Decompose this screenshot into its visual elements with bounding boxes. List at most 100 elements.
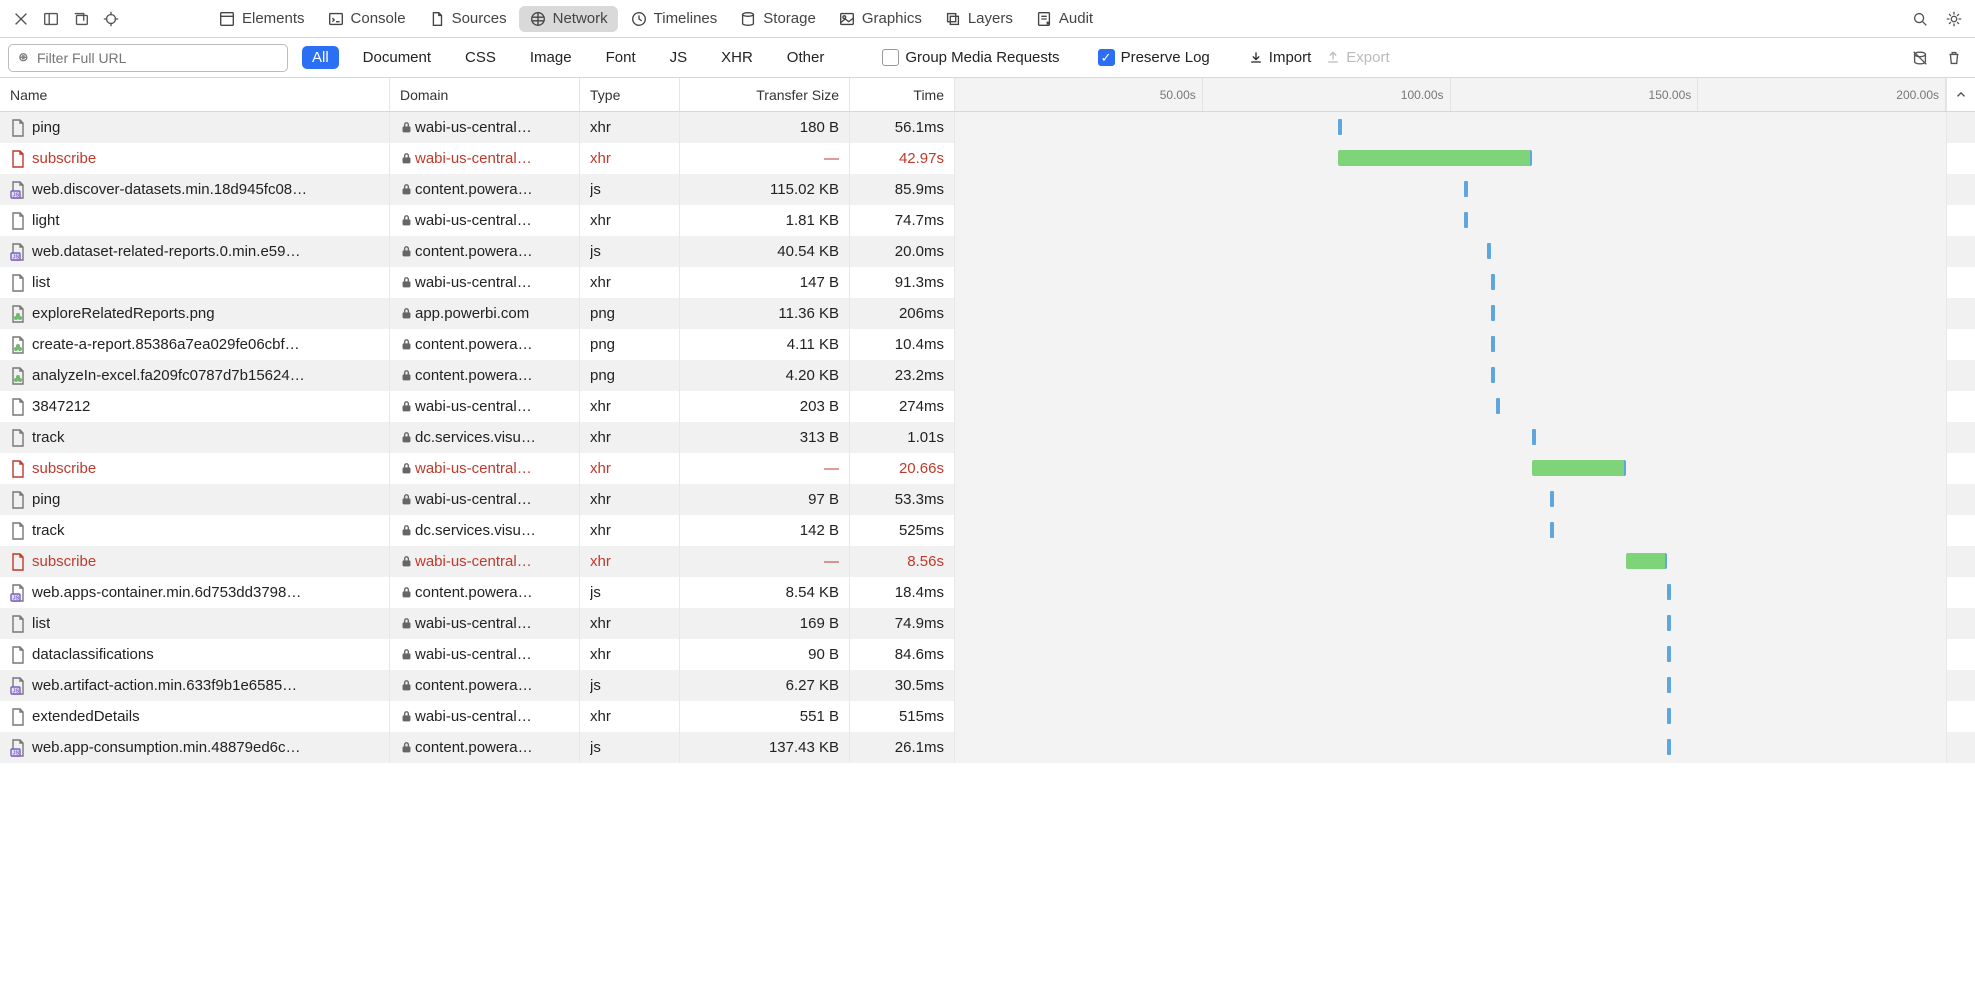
cell-waterfall — [955, 360, 1947, 391]
table-row[interactable]: web.discover-datasets.min.18d945fc08…con… — [0, 174, 1975, 205]
cell-domain: wabi-us-central… — [390, 639, 580, 670]
lock-icon — [400, 183, 413, 196]
filter-xhr[interactable]: XHR — [711, 46, 763, 69]
cell-name: web.app-consumption.min.48879ed6c… — [0, 732, 390, 763]
request-domain: wabi-us-central… — [415, 150, 532, 167]
preserve-log-checkbox[interactable]: Preserve Log — [1098, 49, 1210, 66]
file-icon — [10, 676, 26, 696]
filter-all[interactable]: All — [302, 46, 339, 69]
tab-console[interactable]: Console — [317, 6, 416, 32]
row-spacer — [1947, 484, 1975, 515]
tab-sources[interactable]: Sources — [418, 6, 517, 32]
cell-domain: content.powera… — [390, 732, 580, 763]
request-name: create-a-report.85386a7ea029fe06cbf… — [32, 336, 300, 353]
cell-size: 551 B — [680, 701, 850, 732]
table-row[interactable]: pingwabi-us-central…xhr180 B56.1ms — [0, 112, 1975, 143]
filter-js[interactable]: JS — [660, 46, 698, 69]
disable-cache-icon[interactable] — [1907, 45, 1933, 71]
table-row[interactable]: trackdc.services.visu…xhr142 B525ms — [0, 515, 1975, 546]
waterfall-bar — [1667, 677, 1671, 693]
collapse-icon[interactable] — [1947, 78, 1975, 111]
group-media-checkbox[interactable]: Group Media Requests — [882, 49, 1059, 66]
table-row[interactable]: pingwabi-us-central…xhr97 B53.3ms — [0, 484, 1975, 515]
cell-waterfall — [955, 236, 1947, 267]
table-row[interactable]: subscribewabi-us-central…xhr—42.97s — [0, 143, 1975, 174]
request-name: extendedDetails — [32, 708, 140, 725]
cell-name: dataclassifications — [0, 639, 390, 670]
table-row[interactable]: extendedDetailswabi-us-central…xhr551 B5… — [0, 701, 1975, 732]
cell-domain: wabi-us-central… — [390, 267, 580, 298]
table-row[interactable]: subscribewabi-us-central…xhr—8.56s — [0, 546, 1975, 577]
filter-css[interactable]: CSS — [455, 46, 506, 69]
table-row[interactable]: web.dataset-related-reports.0.min.e59…co… — [0, 236, 1975, 267]
request-domain: wabi-us-central… — [415, 708, 532, 725]
table-row[interactable]: lightwabi-us-central…xhr1.81 KB74.7ms — [0, 205, 1975, 236]
tab-label: Network — [553, 10, 608, 27]
search-icon[interactable] — [1907, 6, 1933, 32]
waterfall-bar — [1667, 739, 1671, 755]
lock-icon — [400, 462, 413, 475]
table-row[interactable]: web.app-consumption.min.48879ed6c…conten… — [0, 732, 1975, 763]
cell-type: xhr — [580, 143, 680, 174]
waterfall-bar — [1491, 336, 1495, 352]
cell-domain: wabi-us-central… — [390, 391, 580, 422]
cell-type: png — [580, 360, 680, 391]
table-row[interactable]: 3847212wabi-us-central…xhr203 B274ms — [0, 391, 1975, 422]
waterfall-bar — [1464, 181, 1468, 197]
row-spacer — [1947, 577, 1975, 608]
cell-size: 137.43 KB — [680, 732, 850, 763]
table-row[interactable]: create-a-report.85386a7ea029fe06cbf…cont… — [0, 329, 1975, 360]
cell-waterfall — [955, 732, 1947, 763]
filter-font[interactable]: Font — [596, 46, 646, 69]
tab-audit[interactable]: Audit — [1025, 6, 1103, 32]
col-name[interactable]: Name — [0, 78, 390, 111]
cell-domain: wabi-us-central… — [390, 546, 580, 577]
tab-network[interactable]: Network — [519, 6, 618, 32]
tab-graphics[interactable]: Graphics — [828, 6, 932, 32]
cell-time: 26.1ms — [850, 732, 955, 763]
filter-other[interactable]: Other — [777, 46, 835, 69]
table-row[interactable]: trackdc.services.visu…xhr313 B1.01s — [0, 422, 1975, 453]
row-spacer — [1947, 329, 1975, 360]
close-icon[interactable] — [8, 6, 34, 32]
request-name: subscribe — [32, 460, 96, 477]
tab-storage[interactable]: Storage — [729, 6, 826, 32]
filter-field[interactable] — [37, 50, 279, 66]
filter-image[interactable]: Image — [520, 46, 582, 69]
table-row[interactable]: dataclassificationswabi-us-central…xhr90… — [0, 639, 1975, 670]
lock-icon — [400, 307, 413, 320]
tab-layers[interactable]: Layers — [934, 6, 1023, 32]
cell-time: 20.66s — [850, 453, 955, 484]
table-row[interactable]: analyzeIn-excel.fa209fc0787d7b15624…cont… — [0, 360, 1975, 391]
gear-icon[interactable] — [1941, 6, 1967, 32]
filter-document[interactable]: Document — [353, 46, 441, 69]
table-row[interactable]: exploreRelatedReports.pngapp.powerbi.com… — [0, 298, 1975, 329]
panel-popout-icon[interactable] — [68, 6, 94, 32]
cell-type: js — [580, 174, 680, 205]
panel-left-icon[interactable] — [38, 6, 64, 32]
col-type[interactable]: Type — [580, 78, 680, 111]
cell-waterfall — [955, 515, 1947, 546]
col-time[interactable]: Time — [850, 78, 955, 111]
cell-type: png — [580, 329, 680, 360]
table-row[interactable]: listwabi-us-central…xhr169 B74.9ms — [0, 608, 1975, 639]
clear-icon[interactable] — [1941, 45, 1967, 71]
row-spacer — [1947, 236, 1975, 267]
url-filter-input[interactable] — [8, 44, 288, 72]
table-row[interactable]: listwabi-us-central…xhr147 B91.3ms — [0, 267, 1975, 298]
file-icon — [10, 645, 26, 665]
export-button[interactable]: Export — [1325, 49, 1389, 66]
import-button[interactable]: Import — [1248, 49, 1312, 66]
lock-icon — [400, 617, 413, 630]
file-icon — [10, 707, 26, 727]
table-header: Name Domain Type Transfer Size Time 50.0… — [0, 78, 1975, 112]
table-row[interactable]: subscribewabi-us-central…xhr—20.66s — [0, 453, 1975, 484]
tab-label: Console — [351, 10, 406, 27]
col-size[interactable]: Transfer Size — [680, 78, 850, 111]
tab-timelines[interactable]: Timelines — [620, 6, 728, 32]
table-row[interactable]: web.apps-container.min.6d753dd3798…conte… — [0, 577, 1975, 608]
col-domain[interactable]: Domain — [390, 78, 580, 111]
table-row[interactable]: web.artifact-action.min.633f9b1e6585…con… — [0, 670, 1975, 701]
target-icon[interactable] — [98, 6, 124, 32]
tab-elements[interactable]: Elements — [208, 6, 315, 32]
